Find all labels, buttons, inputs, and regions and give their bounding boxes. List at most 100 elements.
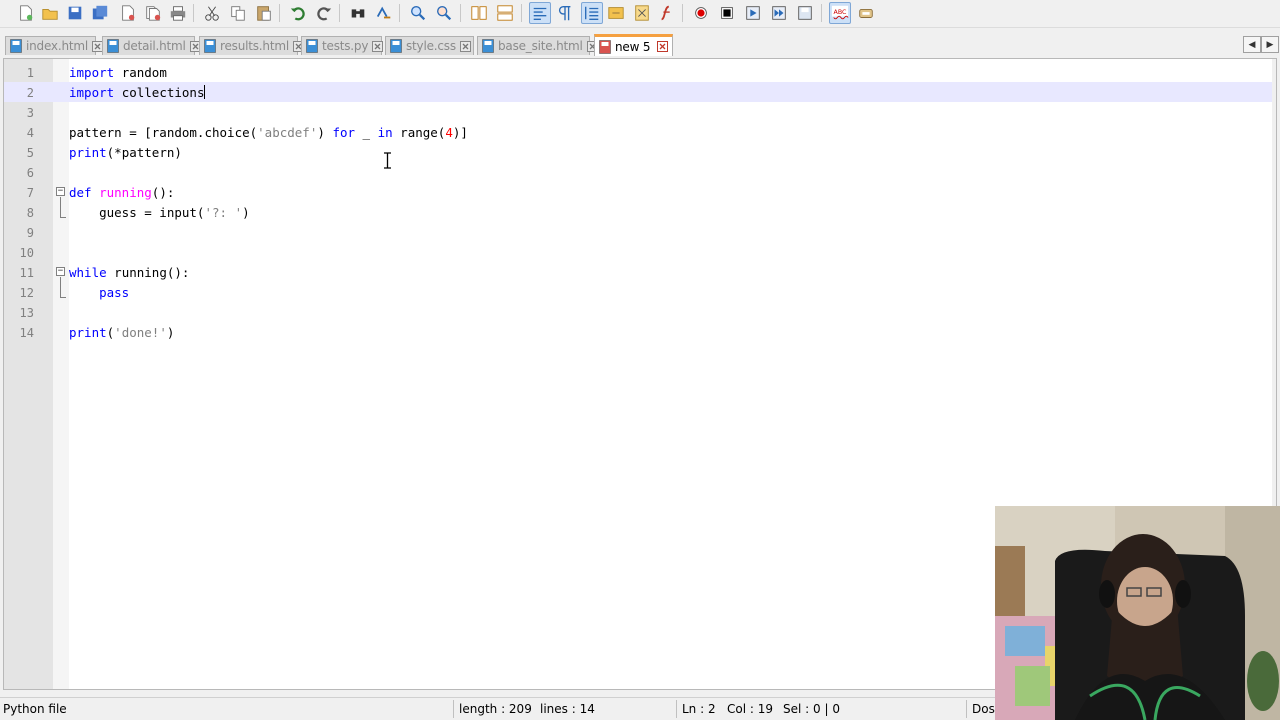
tab-new-5[interactable]: new 5 bbox=[594, 34, 673, 56]
code-line[interactable]: 5 print(*pattern) bbox=[4, 142, 1274, 162]
copy-button[interactable] bbox=[227, 2, 249, 24]
new-file-button[interactable] bbox=[15, 2, 37, 24]
code-line[interactable]: 13 bbox=[4, 302, 1274, 322]
close-icon[interactable] bbox=[459, 40, 471, 52]
zoom-in-button[interactable] bbox=[407, 2, 429, 24]
tab-scroll-left-button[interactable]: ◀ bbox=[1243, 36, 1261, 53]
code-line[interactable]: 1 import random bbox=[4, 62, 1274, 82]
cut-icon bbox=[205, 6, 219, 21]
code-line[interactable]: 7 def running(): bbox=[4, 182, 1274, 202]
play-macro-icon bbox=[746, 6, 760, 20]
code-line[interactable]: 8 guess = input('?: ') bbox=[4, 202, 1274, 222]
code-token: ) bbox=[166, 325, 175, 340]
tab-base-site-html[interactable]: base_site.html bbox=[477, 36, 598, 55]
webcam-overlay bbox=[995, 506, 1280, 720]
sync-vertical-button[interactable] bbox=[468, 2, 490, 24]
close-icon[interactable] bbox=[657, 41, 668, 52]
toolbar-separator bbox=[821, 4, 822, 22]
save-macro-button[interactable] bbox=[794, 2, 816, 24]
code-line[interactable]: 4 pattern = [random.choice('abcdef') for … bbox=[4, 122, 1274, 142]
code-token: running bbox=[99, 185, 152, 200]
status-divider bbox=[966, 700, 967, 718]
function-list-button[interactable] bbox=[656, 2, 678, 24]
code-line[interactable]: 11 while running(): bbox=[4, 262, 1274, 282]
stop-macro-button[interactable] bbox=[716, 2, 738, 24]
code-text[interactable]: print(*pattern) bbox=[69, 145, 182, 160]
document-map-button[interactable] bbox=[631, 2, 653, 24]
save-all-button[interactable] bbox=[89, 2, 111, 24]
code-text[interactable]: guess = input('?: ') bbox=[69, 205, 250, 220]
fold-guide-line bbox=[60, 197, 61, 217]
tab-tests-py[interactable]: tests.py bbox=[301, 36, 384, 55]
indent-guide-button[interactable] bbox=[581, 2, 603, 24]
close-all-button[interactable] bbox=[142, 2, 164, 24]
tab-results-html[interactable]: results.html bbox=[199, 36, 304, 55]
saved-file-icon bbox=[306, 39, 318, 53]
tab-index-html[interactable]: index.html bbox=[5, 36, 103, 55]
close-icon[interactable] bbox=[372, 40, 384, 52]
tab-style-css[interactable]: style.css bbox=[385, 36, 474, 55]
plugin-icon bbox=[859, 8, 873, 18]
show-all-chars-button[interactable] bbox=[554, 2, 576, 24]
code-text[interactable]: pattern = [random.choice('abcdef') for _… bbox=[69, 125, 468, 140]
code-line[interactable]: 14 print('done!') bbox=[4, 322, 1274, 342]
find-button[interactable] bbox=[347, 2, 369, 24]
word-wrap-icon bbox=[533, 7, 547, 20]
record-macro-button[interactable] bbox=[690, 2, 712, 24]
code-token: def bbox=[69, 185, 92, 200]
tab-detail-html[interactable]: detail.html bbox=[102, 36, 201, 55]
print-button[interactable] bbox=[167, 2, 189, 24]
code-line[interactable]: 9 bbox=[4, 222, 1274, 242]
find-icon bbox=[351, 9, 365, 18]
code-text[interactable]: import random bbox=[69, 65, 167, 80]
code-text[interactable]: while running(): bbox=[69, 265, 189, 280]
redo-button[interactable] bbox=[313, 2, 335, 24]
code-text[interactable]: import collections bbox=[69, 85, 206, 100]
paste-button[interactable] bbox=[253, 2, 275, 24]
code-token: random bbox=[121, 65, 167, 80]
tab-bar: index.html detail.html results.html tests.p… bbox=[0, 34, 1280, 56]
spellcheck-button[interactable]: ABC bbox=[829, 2, 851, 24]
sync-horizontal-button[interactable] bbox=[494, 2, 516, 24]
code-text[interactable]: pass bbox=[69, 285, 129, 300]
saved-file-icon bbox=[204, 39, 216, 53]
run-macro-multiple-button[interactable] bbox=[768, 2, 790, 24]
save-all-icon bbox=[92, 5, 108, 20]
undo-button[interactable] bbox=[287, 2, 309, 24]
zoom-out-button[interactable] bbox=[433, 2, 455, 24]
tab-scroll-right-button[interactable]: ▶ bbox=[1261, 36, 1279, 53]
cut-button[interactable] bbox=[201, 2, 223, 24]
code-line[interactable]: 10 bbox=[4, 242, 1274, 262]
code-line[interactable]: 2 import collections bbox=[4, 82, 1274, 102]
status-divider bbox=[453, 700, 454, 718]
save-button[interactable] bbox=[64, 2, 86, 24]
user-language-button[interactable] bbox=[605, 2, 627, 24]
open-file-button[interactable] bbox=[39, 2, 61, 24]
code-text[interactable]: print('done!') bbox=[69, 325, 174, 340]
saved-file-icon bbox=[482, 39, 494, 53]
fold-toggle-icon[interactable]: − bbox=[56, 187, 65, 196]
tab-label: new 5 bbox=[615, 39, 651, 54]
code-token: for bbox=[332, 125, 356, 140]
replace-button[interactable] bbox=[373, 2, 395, 24]
plugin-button[interactable] bbox=[855, 2, 877, 24]
code-line[interactable]: 12 pass bbox=[4, 282, 1274, 302]
code-token: pass bbox=[99, 285, 130, 300]
code-text[interactable]: def running(): bbox=[69, 185, 174, 200]
code-token: _ bbox=[355, 125, 378, 140]
close-all-icon bbox=[146, 6, 161, 21]
line-number: 3 bbox=[26, 106, 34, 120]
code-token: (*pattern) bbox=[106, 145, 182, 160]
play-macro-button[interactable] bbox=[742, 2, 764, 24]
toolbar: ABC bbox=[0, 0, 1280, 28]
tab-label: results.html bbox=[220, 39, 289, 53]
fold-toggle-icon[interactable]: − bbox=[56, 267, 65, 276]
line-number: 7 bbox=[26, 186, 34, 200]
code-token: pattern = [random.choice( bbox=[69, 125, 258, 140]
fold-end-marker bbox=[60, 297, 66, 298]
code-line[interactable]: 3 bbox=[4, 102, 1274, 122]
close-button[interactable] bbox=[117, 2, 139, 24]
word-wrap-button[interactable] bbox=[529, 2, 551, 24]
code-line[interactable]: 6 bbox=[4, 162, 1274, 182]
